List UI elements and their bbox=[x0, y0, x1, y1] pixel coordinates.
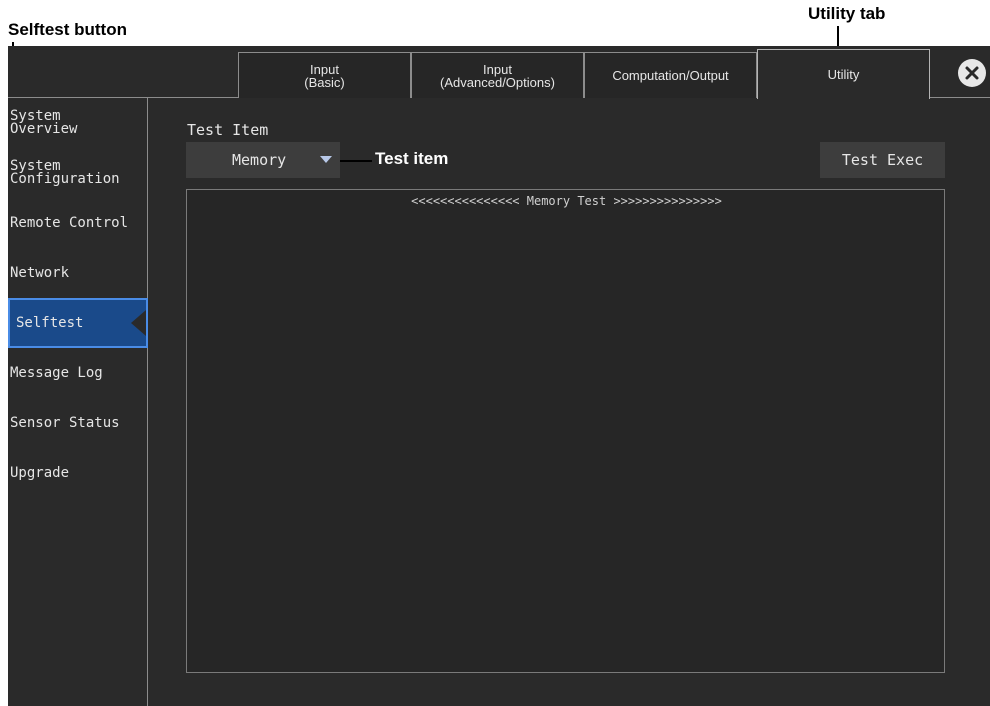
close-button[interactable] bbox=[958, 59, 986, 87]
sidebar-item-message-log[interactable]: Message Log bbox=[8, 348, 148, 398]
test-item-value: Memory bbox=[232, 151, 287, 169]
sidebar-item-label: Network bbox=[10, 264, 70, 281]
test-item-callout: Test item bbox=[375, 149, 449, 168]
tab-input-basic[interactable]: Input (Basic) bbox=[238, 52, 411, 98]
sidebar-item-sensor-status[interactable]: Sensor Status bbox=[8, 398, 148, 448]
sidebar-item-system-configuration[interactable]: System Configuration bbox=[8, 148, 148, 198]
sidebar-item-network[interactable]: Network bbox=[8, 248, 148, 298]
close-icon bbox=[965, 66, 979, 80]
sidebar-item-label: Sensor Status bbox=[10, 414, 120, 431]
sidebar-item-label: Remote Control bbox=[10, 214, 129, 231]
dropdown-arrow-icon bbox=[320, 156, 332, 163]
tab-utility[interactable]: Utility bbox=[757, 49, 930, 99]
tab-bar: Input (Basic) Input (Advanced/Options) C… bbox=[8, 46, 990, 99]
device-screen: Input (Basic) Input (Advanced/Options) C… bbox=[8, 46, 990, 706]
tab-input-advanced-options[interactable]: Input (Advanced/Options) bbox=[411, 52, 584, 98]
sidebar-item-label: Message Log bbox=[10, 364, 103, 381]
selected-arrow-icon bbox=[131, 310, 146, 336]
test-item-callout-line bbox=[340, 160, 372, 162]
selftest-button-callout: Selftest button bbox=[8, 20, 127, 39]
sidebar-item-upgrade[interactable]: Upgrade bbox=[8, 448, 148, 498]
test-result-panel: <<<<<<<<<<<<<<< Memory Test >>>>>>>>>>>>… bbox=[186, 189, 945, 673]
test-exec-button[interactable]: Test Exec bbox=[820, 142, 945, 178]
sidebar-item-remote-control[interactable]: Remote Control bbox=[8, 198, 148, 248]
tab-computation-output[interactable]: Computation/Output bbox=[584, 52, 757, 98]
result-title: <<<<<<<<<<<<<<< Memory Test >>>>>>>>>>>>… bbox=[411, 194, 722, 208]
utility-tab-callout: Utility tab bbox=[808, 4, 886, 23]
sidebar-item-label: System Overview bbox=[10, 108, 78, 137]
test-item-dropdown[interactable]: Memory bbox=[186, 142, 340, 178]
sidebar-item-selftest[interactable]: Selftest bbox=[8, 298, 148, 348]
sidebar-item-label: System Configuration bbox=[10, 158, 120, 187]
sidebar-item-system-overview[interactable]: System Overview bbox=[8, 98, 148, 148]
sidebar-item-label: Selftest bbox=[16, 314, 84, 331]
sidebar-item-label: Upgrade bbox=[10, 464, 70, 481]
sidebar: System Overview System Configuration Rem… bbox=[8, 98, 148, 706]
test-item-label: Test Item bbox=[187, 121, 269, 139]
